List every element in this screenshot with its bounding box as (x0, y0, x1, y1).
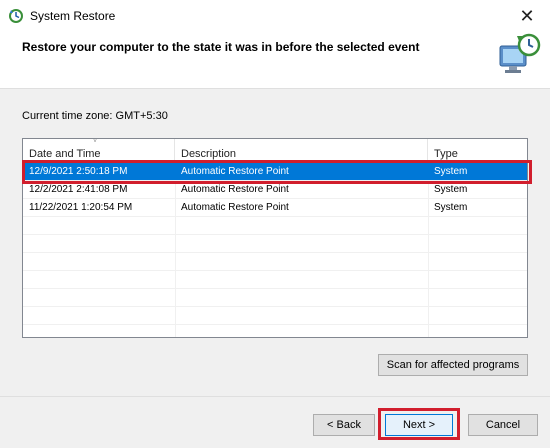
row-description: Automatic Restore Point (181, 184, 289, 195)
empty-row (23, 235, 527, 253)
sort-indicator-icon: ˅ (93, 138, 98, 145)
scan-affected-programs-button[interactable]: Scan for affected programs (378, 354, 528, 376)
column-header-type[interactable]: Type (428, 139, 527, 162)
back-button-label: < Back (327, 419, 361, 431)
list-rows: 12/9/2021 2:50:18 PM Automatic Restore P… (23, 163, 527, 337)
next-button[interactable]: Next > (385, 414, 453, 436)
list-header: ˅ Date and Time Description Type (23, 139, 527, 163)
cancel-button[interactable]: Cancel (468, 414, 538, 436)
empty-row (23, 253, 527, 271)
column-header-label: Description (181, 148, 237, 160)
empty-row (23, 307, 527, 325)
footer-divider (0, 396, 550, 397)
row-description: Automatic Restore Point (181, 202, 289, 213)
system-restore-icon (9, 9, 23, 23)
restore-points-list[interactable]: ˅ Date and Time Description Type 12/9/20… (22, 138, 528, 338)
empty-row (23, 289, 527, 307)
row-type: System (434, 184, 468, 195)
empty-row (23, 325, 527, 337)
column-header-description[interactable]: Description (175, 139, 428, 162)
row-type: System (434, 166, 468, 177)
scan-button-label: Scan for affected programs (386, 359, 520, 371)
table-row[interactable]: 12/2/2021 2:41:08 PM Automatic Restore P… (23, 181, 527, 199)
table-row[interactable]: 11/22/2021 1:20:54 PM Automatic Restore … (23, 199, 527, 217)
empty-row (23, 271, 527, 289)
row-type: System (434, 202, 468, 213)
column-header-label: Type (434, 148, 458, 160)
row-description: Automatic Restore Point (181, 166, 289, 177)
timezone-label: Current time zone: GMT+5:30 (22, 110, 168, 122)
row-date: 12/9/2021 2:50:18 PM (29, 166, 128, 177)
column-header-date[interactable]: ˅ Date and Time (23, 139, 175, 162)
title-bar: System Restore ✕ (0, 0, 550, 32)
next-button-label: Next > (402, 419, 436, 431)
empty-row (23, 217, 527, 235)
page-title: Restore your computer to the state it wa… (22, 40, 420, 54)
back-button[interactable]: < Back (313, 414, 375, 436)
window-title: System Restore (30, 9, 116, 23)
close-button[interactable]: ✕ (504, 0, 550, 32)
restore-monitor-clock-icon (499, 33, 541, 73)
wizard-header: Restore your computer to the state it wa… (0, 32, 550, 89)
row-date: 12/2/2021 2:41:08 PM (29, 184, 128, 195)
close-icon: ✕ (519, 5, 535, 26)
column-header-label: Date and Time (29, 148, 101, 160)
cancel-button-label: Cancel (485, 419, 521, 431)
table-row[interactable]: 12/9/2021 2:50:18 PM Automatic Restore P… (23, 163, 527, 181)
row-date: 11/22/2021 1:20:54 PM (29, 202, 133, 213)
